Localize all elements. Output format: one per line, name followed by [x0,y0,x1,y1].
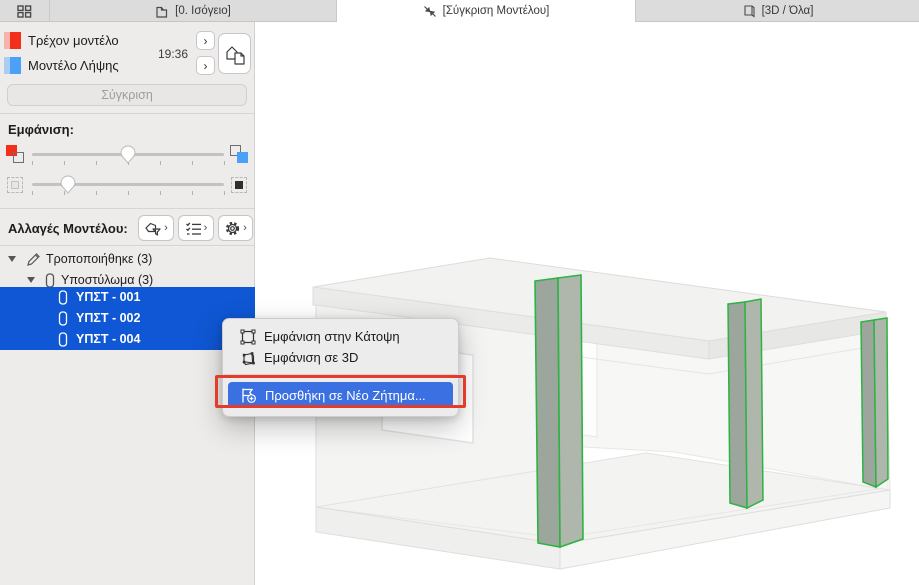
grid-icon [17,4,32,18]
gear-icon [226,221,240,235]
divider [0,208,254,209]
filter-model-icon [145,222,161,236]
cube-marquee-icon [242,351,255,365]
unchanged-visibility-slider [0,175,254,201]
tree-row-ypst-002[interactable]: ΥΠΣΤ - 002 [0,308,255,329]
model-timestamp: 19:36 [157,47,188,61]
display-section-label: Εμφάνιση: [8,122,74,137]
building-model [312,257,891,570]
tab-model-compare[interactable]: [Σύγκριση Μοντέλου] [337,0,636,22]
red-highlight-annotation [215,375,466,408]
model-compare-icon [225,45,245,65]
cube-icon [744,5,755,18]
chevron-right-icon: › [243,221,247,234]
compare-arrows-icon [423,5,436,17]
divider [0,113,254,114]
window-layout-button[interactable] [0,0,50,22]
chevron-right-icon: › [203,58,208,73]
colored-models-icon [6,145,26,165]
fetched-model-options-button[interactable]: › [196,56,215,75]
fetched-model-color-swatch [4,56,21,74]
3d-viewport[interactable] [255,22,919,585]
chevron-right-icon: › [203,33,208,48]
two-color-models-icon [230,145,250,165]
hidden-elements-icon [6,175,26,195]
highlighted-column-3[interactable] [860,317,889,489]
column-icon [58,311,68,326]
chevron-right-icon: › [164,221,168,234]
menu-item-show-in-3d[interactable]: Εμφάνιση σε 3D [223,347,458,368]
menu-item-label: Εμφάνιση στην Κάτοψη [264,329,400,344]
compare-button-label: Σύγκριση [101,88,153,102]
slider-thumb[interactable] [60,175,76,194]
pencil-icon [27,253,40,266]
divider [0,245,254,246]
tab-bar: [0. Ισόγειο] [Σύγκριση Μοντέλου] [3D / Ό… [0,0,919,22]
choose-models-button[interactable] [218,33,251,74]
highlighted-column-2[interactable] [727,298,764,510]
model-color-slider [0,145,254,171]
column-icon [58,290,68,305]
outline-square [13,152,24,163]
solid-elements-icon [230,175,250,195]
compare-settings-button[interactable]: › [218,215,253,241]
change-list-button[interactable]: › [178,215,214,241]
compare-sidebar: Τρέχον μοντέλο Μοντέλο Λήψης 19:36 › › Σ… [0,22,255,585]
menu-item-show-in-plan[interactable]: Εμφάνιση στην Κάτοψη [223,326,458,347]
current-model-row: Τρέχον μοντέλο [4,30,119,50]
tab-floor-plan[interactable]: [0. Ισόγειο] [50,0,337,22]
tab-label: [0. Ισόγειο] [175,5,231,17]
caret-down-icon[interactable] [8,256,16,262]
current-model-color-swatch [4,31,21,49]
tab-label: [Σύγκριση Μοντέλου] [442,5,550,17]
tree-row-ypst-004[interactable]: ΥΠΣΤ - 004 [0,329,255,350]
blue-square [237,152,248,163]
filter-changes-button[interactable]: › [138,215,174,241]
menu-item-label: Εμφάνιση σε 3D [264,350,359,365]
compare-button[interactable]: Σύγκριση [7,84,247,106]
caret-down-icon[interactable] [27,277,35,283]
slider-thumb[interactable] [120,145,136,164]
marquee-icon [240,329,256,344]
column-icon [45,273,55,288]
highlighted-column-1[interactable] [534,274,584,549]
tab-3d-all[interactable]: [3D / Όλα] [636,0,919,22]
fetched-model-row: Μοντέλο Λήψης [4,55,119,75]
column-icon [58,332,68,347]
chevron-right-icon: › [203,221,208,234]
tab-label: [3D / Όλα] [761,5,814,17]
tree-row-modified[interactable]: Τροποποιήθηκε (3) [0,249,254,270]
current-model-label: Τρέχον μοντέλο [28,32,119,48]
model-compare-window: [0. Ισόγειο] [Σύγκριση Μοντέλου] [3D / Ό… [0,0,919,585]
floor-plan-icon [156,6,168,18]
fetched-model-label: Μοντέλο Λήψης [28,57,119,73]
checklist-icon [185,221,201,235]
current-model-options-button[interactable]: › [196,31,215,50]
tree-row-ypst-001[interactable]: ΥΠΣΤ - 001 [0,287,255,308]
changes-section-label: Αλλαγές Μοντέλου: [8,221,128,236]
